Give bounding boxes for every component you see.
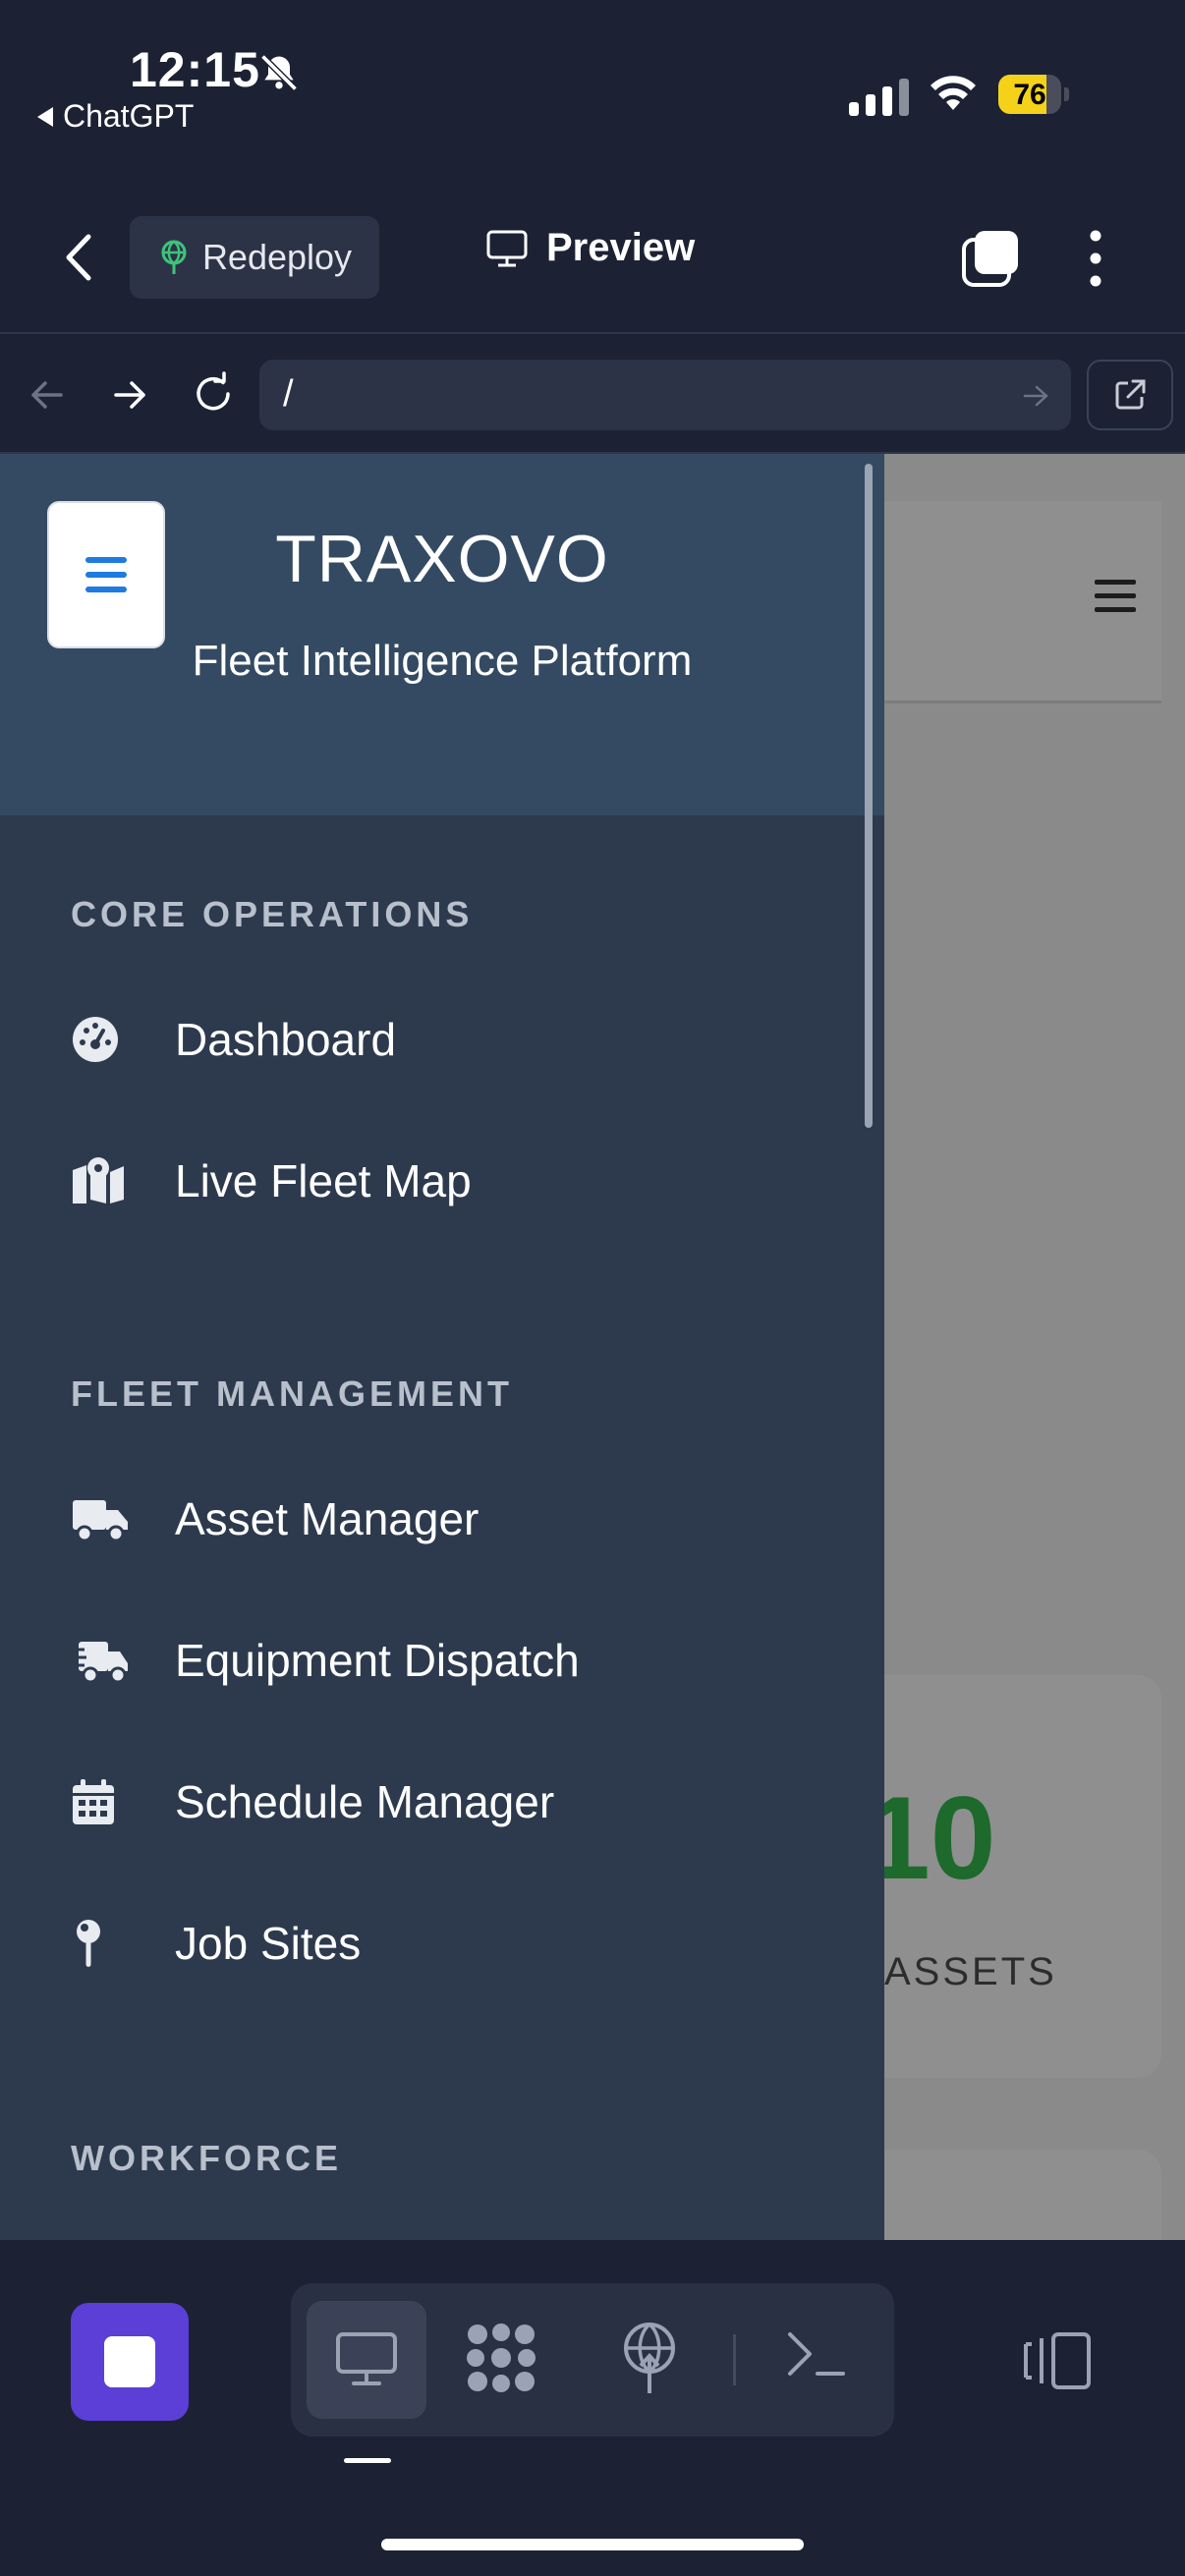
calendar-icon bbox=[71, 1772, 140, 1831]
preview-tab[interactable]: Preview bbox=[485, 226, 695, 270]
deploy-icon[interactable] bbox=[617, 2319, 682, 2402]
status-time: 12:15 bbox=[130, 42, 260, 97]
redeploy-label: Redeploy bbox=[201, 237, 353, 277]
url-input[interactable]: / bbox=[259, 360, 1071, 430]
wifi-icon bbox=[928, 71, 979, 119]
asset-count: 10 bbox=[865, 1772, 996, 1904]
sidebar-scrollbar[interactable] bbox=[865, 464, 873, 1128]
sidebar-item-label: Live Fleet Map bbox=[175, 1155, 472, 1206]
open-external-button[interactable] bbox=[1087, 360, 1173, 430]
sidebar-item-dashboard[interactable]: Dashboard bbox=[71, 1000, 396, 1079]
sidebar-item-live-fleet-map[interactable]: Live Fleet Map bbox=[71, 1142, 472, 1220]
active-tab-indicator bbox=[344, 2458, 391, 2463]
section-title-core-operations: CORE OPERATIONS bbox=[71, 894, 474, 934]
more-options-icon[interactable] bbox=[1081, 228, 1110, 294]
desktop-view-button[interactable] bbox=[307, 2301, 426, 2419]
sidebar-item-schedule-manager[interactable]: Schedule Manager bbox=[71, 1763, 554, 1841]
split-view-icon[interactable] bbox=[1018, 2330, 1093, 2396]
browser-back-icon[interactable] bbox=[28, 375, 67, 420]
external-link-icon bbox=[1115, 379, 1146, 410]
monitor-icon bbox=[486, 230, 528, 266]
pin-icon bbox=[71, 1914, 140, 1973]
tabs-icon[interactable] bbox=[961, 228, 1022, 294]
stop-button[interactable] bbox=[71, 2303, 189, 2421]
sidebar-item-equipment-dispatch[interactable]: Equipment Dispatch bbox=[71, 1621, 580, 1700]
monitor-icon bbox=[336, 2332, 397, 2385]
truck-icon bbox=[71, 1489, 140, 1548]
deploy-icon bbox=[161, 240, 187, 274]
back-to-app-link[interactable]: ChatGPT bbox=[37, 98, 194, 135]
browser-forward-icon[interactable] bbox=[110, 375, 149, 420]
fast-truck-icon bbox=[71, 1631, 140, 1690]
sidebar-item-asset-manager[interactable]: Asset Manager bbox=[71, 1480, 479, 1558]
terminal-icon[interactable] bbox=[782, 2324, 851, 2388]
sidebar-item-label: Dashboard bbox=[175, 1014, 397, 1065]
stop-icon bbox=[104, 2336, 155, 2387]
cellular-signal-icon bbox=[849, 77, 909, 116]
gauge-icon bbox=[71, 1010, 140, 1069]
browser-reload-icon[interactable] bbox=[191, 371, 236, 421]
back-triangle-icon bbox=[37, 106, 53, 127]
bell-muted-icon bbox=[257, 51, 301, 99]
redeploy-button[interactable]: Redeploy bbox=[130, 216, 379, 299]
preview-label: Preview bbox=[546, 226, 696, 269]
battery-level: 76 bbox=[1013, 79, 1046, 111]
asset-count-label: ASSETS bbox=[884, 1950, 1057, 1993]
section-title-fleet-management: FLEET MANAGEMENT bbox=[71, 1373, 513, 1414]
home-indicator[interactable] bbox=[381, 2539, 804, 2550]
workspace-grid-icon[interactable] bbox=[464, 2321, 538, 2400]
sidebar-item-label: Asset Manager bbox=[175, 1493, 480, 1544]
sidebar-item-label: Schedule Manager bbox=[175, 1776, 555, 1827]
sidebar-item-job-sites[interactable]: Job Sites bbox=[71, 1904, 361, 1983]
battery-indicator: 76 bbox=[998, 75, 1069, 114]
back-chevron-icon[interactable] bbox=[61, 231, 96, 289]
sidebar-item-label: Job Sites bbox=[175, 1918, 362, 1969]
back-app-label: ChatGPT bbox=[63, 98, 195, 134]
section-title-workforce: WORKFORCE bbox=[71, 2138, 342, 2178]
map-icon bbox=[71, 1151, 140, 1210]
toolbar-divider bbox=[733, 2334, 736, 2385]
sidebar-toggle-button[interactable] bbox=[47, 501, 165, 648]
background-menu-icon bbox=[1095, 580, 1136, 621]
url-go-icon[interactable] bbox=[1022, 383, 1049, 414]
sidebar-item-label: Equipment Dispatch bbox=[175, 1635, 580, 1686]
